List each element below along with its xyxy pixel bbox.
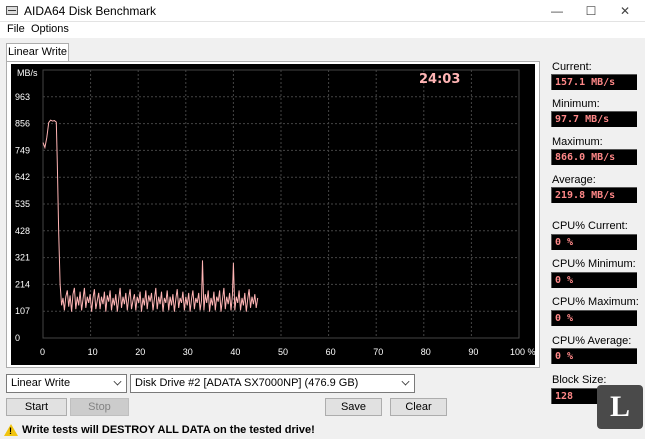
chevron-down-icon	[113, 377, 122, 386]
start-button[interactable]: Start	[6, 398, 67, 416]
save-button-label: Save	[340, 401, 367, 413]
minimum-label: Minimum:	[552, 98, 600, 110]
x-tick-label: 10	[88, 347, 98, 357]
menu-options[interactable]: Options	[31, 23, 69, 35]
cpu-maximum-label: CPU% Maximum:	[552, 296, 639, 308]
tab-linear-write[interactable]: Linear Write	[6, 43, 69, 62]
start-button-label: Start	[24, 401, 49, 413]
test-type-select[interactable]: Linear Write	[6, 374, 127, 393]
y-tick-label: 214	[15, 279, 30, 289]
warning-icon-glyph: !	[9, 426, 12, 436]
stop-button[interactable]: Stop	[70, 398, 129, 416]
current-value: 157.1 MB/s	[551, 74, 637, 90]
drive-select-value: Disk Drive #2 [ADATA SX7000NP] (476.9 GB…	[135, 377, 359, 389]
cpu-maximum-value: 0 %	[551, 310, 637, 326]
maximum-value: 866.0 MB/s	[551, 149, 637, 165]
x-tick-label: 0	[40, 347, 45, 357]
x-tick-label: 40	[230, 347, 240, 357]
y-tick-label: 428	[15, 226, 30, 236]
y-tick-label: 535	[15, 199, 30, 209]
warning-bar: ! Write tests will DESTROY ALL DATA on t…	[0, 421, 645, 439]
watermark-logo: L	[597, 385, 643, 429]
window-title: AIDA64 Disk Benchmark	[24, 4, 157, 18]
y-tick-label: 963	[15, 92, 30, 102]
y-tick-label: 0	[15, 333, 20, 343]
average-value: 219.8 MB/s	[551, 187, 637, 203]
cpu-average-label: CPU% Average:	[552, 335, 632, 347]
x-tick-label: 70	[373, 347, 383, 357]
y-tick-label: 749	[15, 145, 30, 155]
y-tick-label: 642	[15, 172, 30, 182]
cpu-current-label: CPU% Current:	[552, 220, 628, 232]
cpu-minimum-label: CPU% Minimum:	[552, 258, 636, 270]
menu-file[interactable]: File	[7, 23, 25, 35]
test-type-select-value: Linear Write	[11, 377, 71, 389]
x-tick-label: 20	[135, 347, 145, 357]
x-tick-label: 80	[421, 347, 431, 357]
cpu-average-value: 0 %	[551, 348, 637, 364]
current-label: Current:	[552, 61, 592, 73]
stop-button-label: Stop	[88, 401, 111, 413]
clear-button[interactable]: Clear	[390, 398, 447, 416]
drive-select[interactable]: Disk Drive #2 [ADATA SX7000NP] (476.9 GB…	[130, 374, 415, 393]
x-tick-label: 30	[183, 347, 193, 357]
warning-icon: !	[4, 424, 18, 436]
close-button[interactable]: ✕	[608, 0, 642, 22]
x-tick-label: 60	[326, 347, 336, 357]
minimum-value: 97.7 MB/s	[551, 111, 637, 127]
benchmark-chart: 963 856 749 642 535 428 321 214 107 0 0 10 20 30 40 50…	[11, 64, 535, 365]
block-size-label: Block Size:	[552, 374, 607, 386]
y-axis-label: MB/s	[17, 68, 38, 78]
warning-text: Write tests will DESTROY ALL DATA on the…	[22, 424, 315, 436]
cpu-current-value: 0 %	[551, 234, 637, 250]
average-label: Average:	[552, 174, 596, 186]
clear-button-label: Clear	[405, 401, 432, 413]
y-tick-label: 107	[15, 306, 30, 316]
app-icon	[6, 6, 18, 15]
maximum-label: Maximum:	[552, 136, 603, 148]
x-tick-label: 90	[468, 347, 478, 357]
elapsed-timer: 24:03	[419, 72, 460, 87]
title-bar: AIDA64 Disk Benchmark — ☐ ✕	[0, 0, 645, 22]
x-tick-label: 100 %	[510, 347, 535, 357]
menu-bar: File Options	[0, 22, 645, 38]
save-button[interactable]: Save	[325, 398, 382, 416]
minimize-button[interactable]: —	[540, 0, 574, 22]
x-tick-label: 50	[278, 347, 288, 357]
y-tick-label: 321	[15, 253, 30, 263]
chart-background	[11, 64, 535, 365]
maximize-button[interactable]: ☐	[574, 0, 608, 22]
cpu-minimum-value: 0 %	[551, 272, 637, 288]
y-tick-label: 856	[15, 119, 30, 129]
chevron-down-icon	[401, 377, 410, 386]
